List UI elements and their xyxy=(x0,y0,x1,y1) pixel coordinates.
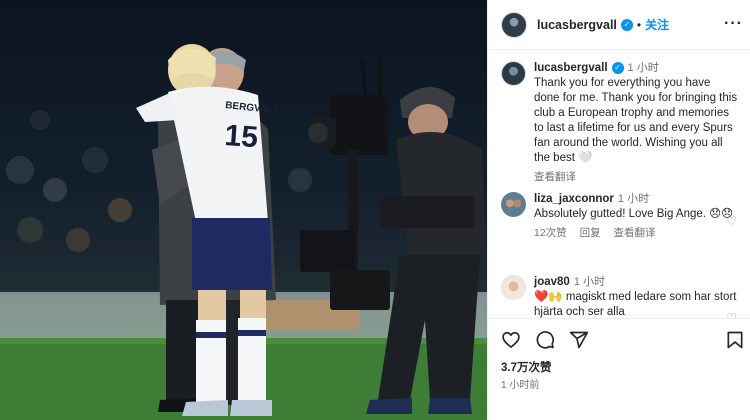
verified-badge-icon: ✓ xyxy=(611,61,624,74)
comment-icon[interactable] xyxy=(535,330,555,355)
bookmark-icon[interactable] xyxy=(725,330,745,355)
commenter-avatar[interactable] xyxy=(501,275,526,300)
post-actions: 3.7万次赞 1 小时前 xyxy=(488,318,750,420)
verified-badge-icon: ✓ xyxy=(620,18,633,31)
comment-username[interactable]: liza_jaxconnor xyxy=(534,193,614,205)
comment-translate-link[interactable]: 查看翻译 xyxy=(614,227,656,239)
comment-like-heart-icon[interactable]: ♡ xyxy=(726,214,737,228)
comment-likes[interactable]: 12次赞 xyxy=(534,227,567,239)
comment-username[interactable]: joav80 xyxy=(534,276,570,288)
comment-time: 1 小时 xyxy=(573,276,605,288)
post-image: BERGVALL 15 xyxy=(0,44,487,420)
more-options-icon[interactable]: ··· xyxy=(724,15,743,33)
caption-text: Thank you for everything you have done f… xyxy=(534,77,738,164)
post-sidebar: lucasbergvall ✓ • 关注 ··· lucasbergvall ✓ 1… xyxy=(487,0,750,420)
posted-time: 1 小时前 xyxy=(501,380,540,391)
comment-text: ❤️🙌 magiskt med ledare som har stort hjä… xyxy=(534,291,737,318)
caption-time: 1 小时 xyxy=(627,62,659,74)
comments-list[interactable]: lucasbergvall ✓ 1 小时 Thank you for everyth… xyxy=(488,51,750,318)
post-photo[interactable]: BERGVALL 15 xyxy=(0,0,487,420)
post-header: lucasbergvall ✓ • 关注 ··· xyxy=(488,0,750,50)
author-username[interactable]: lucasbergvall xyxy=(537,18,617,32)
comment-reply-button[interactable]: 回复 xyxy=(580,227,601,239)
share-icon[interactable] xyxy=(569,330,589,355)
jersey-number: 15 xyxy=(224,119,260,154)
separator-dot: • xyxy=(636,17,642,32)
comment-text: Absolutely gutted! Love Big Ange. 😞😞 xyxy=(534,208,734,220)
caption-translate-link[interactable]: 查看翻译 xyxy=(534,171,576,183)
caption-avatar[interactable] xyxy=(501,61,526,86)
comment-like-heart-icon[interactable]: ♡ xyxy=(726,311,737,318)
follow-button[interactable]: 关注 xyxy=(645,16,669,33)
commenter-avatar[interactable] xyxy=(501,192,526,217)
author-avatar[interactable] xyxy=(501,11,527,38)
caption-username[interactable]: lucasbergvall xyxy=(534,62,608,74)
likes-count[interactable]: 3.7万次赞 xyxy=(501,359,552,375)
comment-time: 1 小时 xyxy=(617,193,650,205)
heart-icon[interactable] xyxy=(501,330,521,355)
